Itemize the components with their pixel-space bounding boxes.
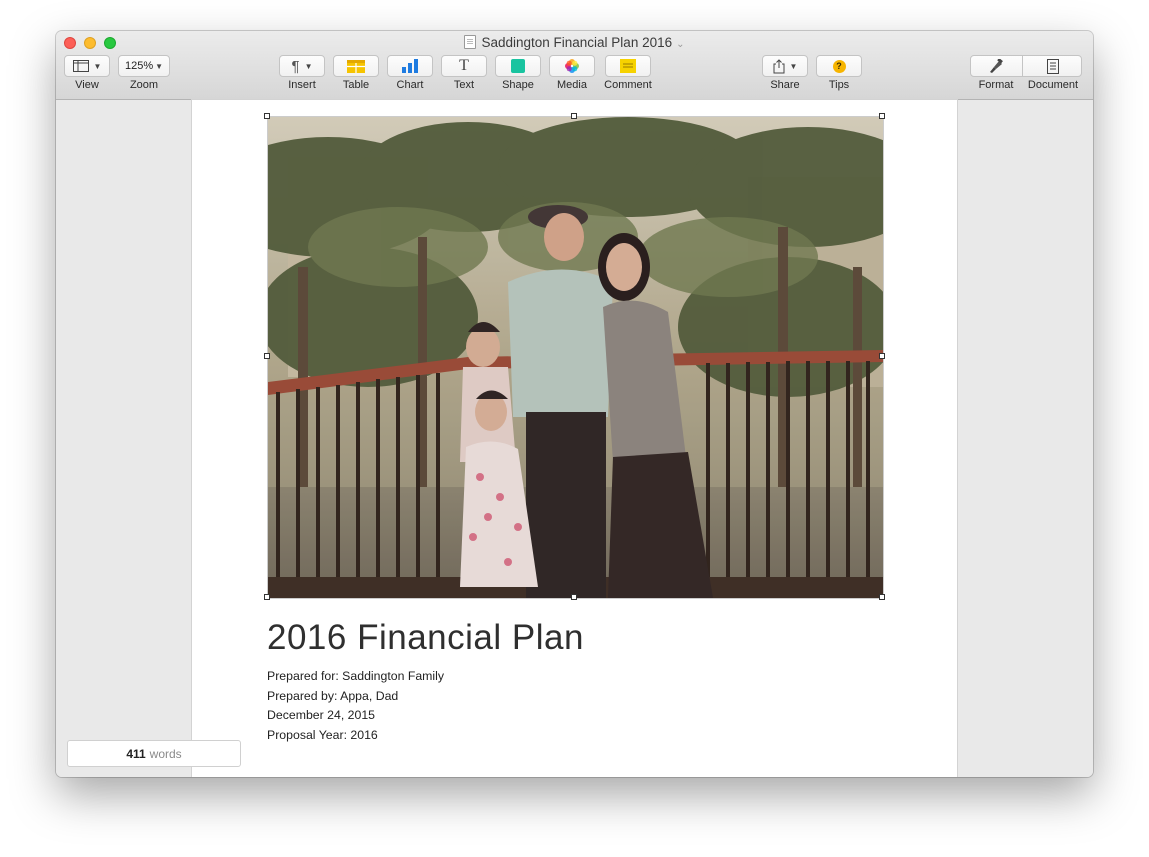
shape-label: Shape [502,79,534,91]
word-count[interactable]: 411 words [67,740,241,767]
word-count-value: 411 [126,746,146,761]
share-toolbar-item[interactable]: ▼ Share [762,55,808,91]
sidebar-view-icon [72,60,89,72]
shape-toolbar-item[interactable]: Shape [495,55,541,91]
table-label: Table [342,79,370,91]
document-title[interactable]: 2016 Financial Plan [267,618,584,658]
photos-flower-icon [565,59,579,73]
resize-handle-top[interactable] [571,113,577,119]
tips-button[interactable]: ? [816,55,862,77]
format-button[interactable] [970,55,1022,77]
prepared-by-line[interactable]: Prepared by: Appa, Dad [267,687,444,707]
resize-handle-bottom-left[interactable] [264,594,270,600]
paintbrush-icon [990,59,1003,73]
resize-handle-right[interactable] [879,353,885,359]
chart-label: Chart [396,79,424,91]
text-toolbar-item[interactable]: T Text [441,55,487,91]
title-menu-chevron-icon[interactable]: ⌄ [676,39,684,50]
comment-button[interactable] [605,55,651,77]
chevron-down-icon: ▼ [789,61,798,71]
paragraph-icon: ¶ [291,57,300,75]
text-label: Text [453,79,475,91]
media-button[interactable] [549,55,595,77]
zoom-value: 125% [124,60,154,72]
document-label: Document [1027,79,1079,91]
insert-button[interactable]: ¶ ▼ [279,55,325,77]
date-line[interactable]: December 24, 2015 [267,706,444,726]
tips-toolbar-item[interactable]: ? Tips [816,55,862,91]
document-meta[interactable]: Prepared for: Saddington Family Prepared… [267,667,444,745]
word-count-label: words [149,746,182,761]
resize-handle-bottom-right[interactable] [879,594,885,600]
document-proxy-icon[interactable] [464,35,477,49]
window-title-text: Saddington Financial Plan 2016 [481,35,673,50]
tips-question-icon: ? [832,59,846,73]
table-icon [347,59,365,73]
comment-label: Comment [604,79,652,91]
format-label: Format [978,79,1014,91]
canvas-area[interactable]: 2016 Financial Plan Prepared for: Saddin… [56,100,1093,777]
shape-button[interactable] [495,55,541,77]
document-icon [1047,58,1059,74]
resize-handle-left[interactable] [264,353,270,359]
title-toolbar: Saddington Financial Plan 2016 ⌄ ▼ View 1… [56,31,1093,100]
view-toolbar-item[interactable]: ▼ View [64,55,110,91]
table-toolbar-item[interactable]: Table [333,55,379,91]
insert-label: Insert [288,79,316,91]
format-toolbar-item[interactable]: Format [970,55,1022,91]
view-button[interactable]: ▼ [64,55,110,77]
document-page[interactable]: 2016 Financial Plan Prepared for: Saddin… [192,100,957,777]
media-toolbar-item[interactable]: Media [549,55,595,91]
pages-window: Saddington Financial Plan 2016 ⌄ ▼ View 1… [56,31,1093,777]
chart-button[interactable] [387,55,433,77]
text-button[interactable]: T [441,55,487,77]
insert-toolbar-item[interactable]: ¶ ▼ Insert [279,55,325,91]
resize-handle-top-right[interactable] [879,113,885,119]
chevron-down-icon: ▼ [93,61,102,71]
window-title[interactable]: Saddington Financial Plan 2016 ⌄ [56,35,1093,50]
bar-chart-icon [402,59,418,73]
share-button[interactable]: ▼ [762,55,808,77]
chart-toolbar-item[interactable]: Chart [387,55,433,91]
zoom-toolbar-item[interactable]: 125% ▼ Zoom [118,55,170,91]
prepared-for-line[interactable]: Prepared for: Saddington Family [267,667,444,687]
media-label: Media [557,79,587,91]
family-photo[interactable] [267,116,884,599]
table-button[interactable] [333,55,379,77]
proposal-year-line[interactable]: Proposal Year: 2016 [267,726,444,746]
tips-label: Tips [828,79,850,91]
document-toolbar-item[interactable]: Document [1022,55,1084,91]
resize-handle-top-left[interactable] [264,113,270,119]
share-arrow-icon [773,58,785,73]
comment-note-icon [620,59,636,73]
resize-handle-bottom[interactable] [571,594,577,600]
shape-square-icon [511,59,525,73]
selected-image[interactable] [264,113,885,600]
document-button[interactable] [1022,55,1084,77]
comment-toolbar-item[interactable]: Comment [604,55,652,91]
chevron-down-icon: ▼ [304,61,313,71]
share-label: Share [770,79,800,91]
text-box-icon: T [459,57,469,74]
zoom-label: Zoom [129,79,159,91]
zoom-popup[interactable]: 125% ▼ [118,55,170,77]
view-label: View [75,79,99,91]
chevron-down-icon: ▼ [155,61,164,71]
